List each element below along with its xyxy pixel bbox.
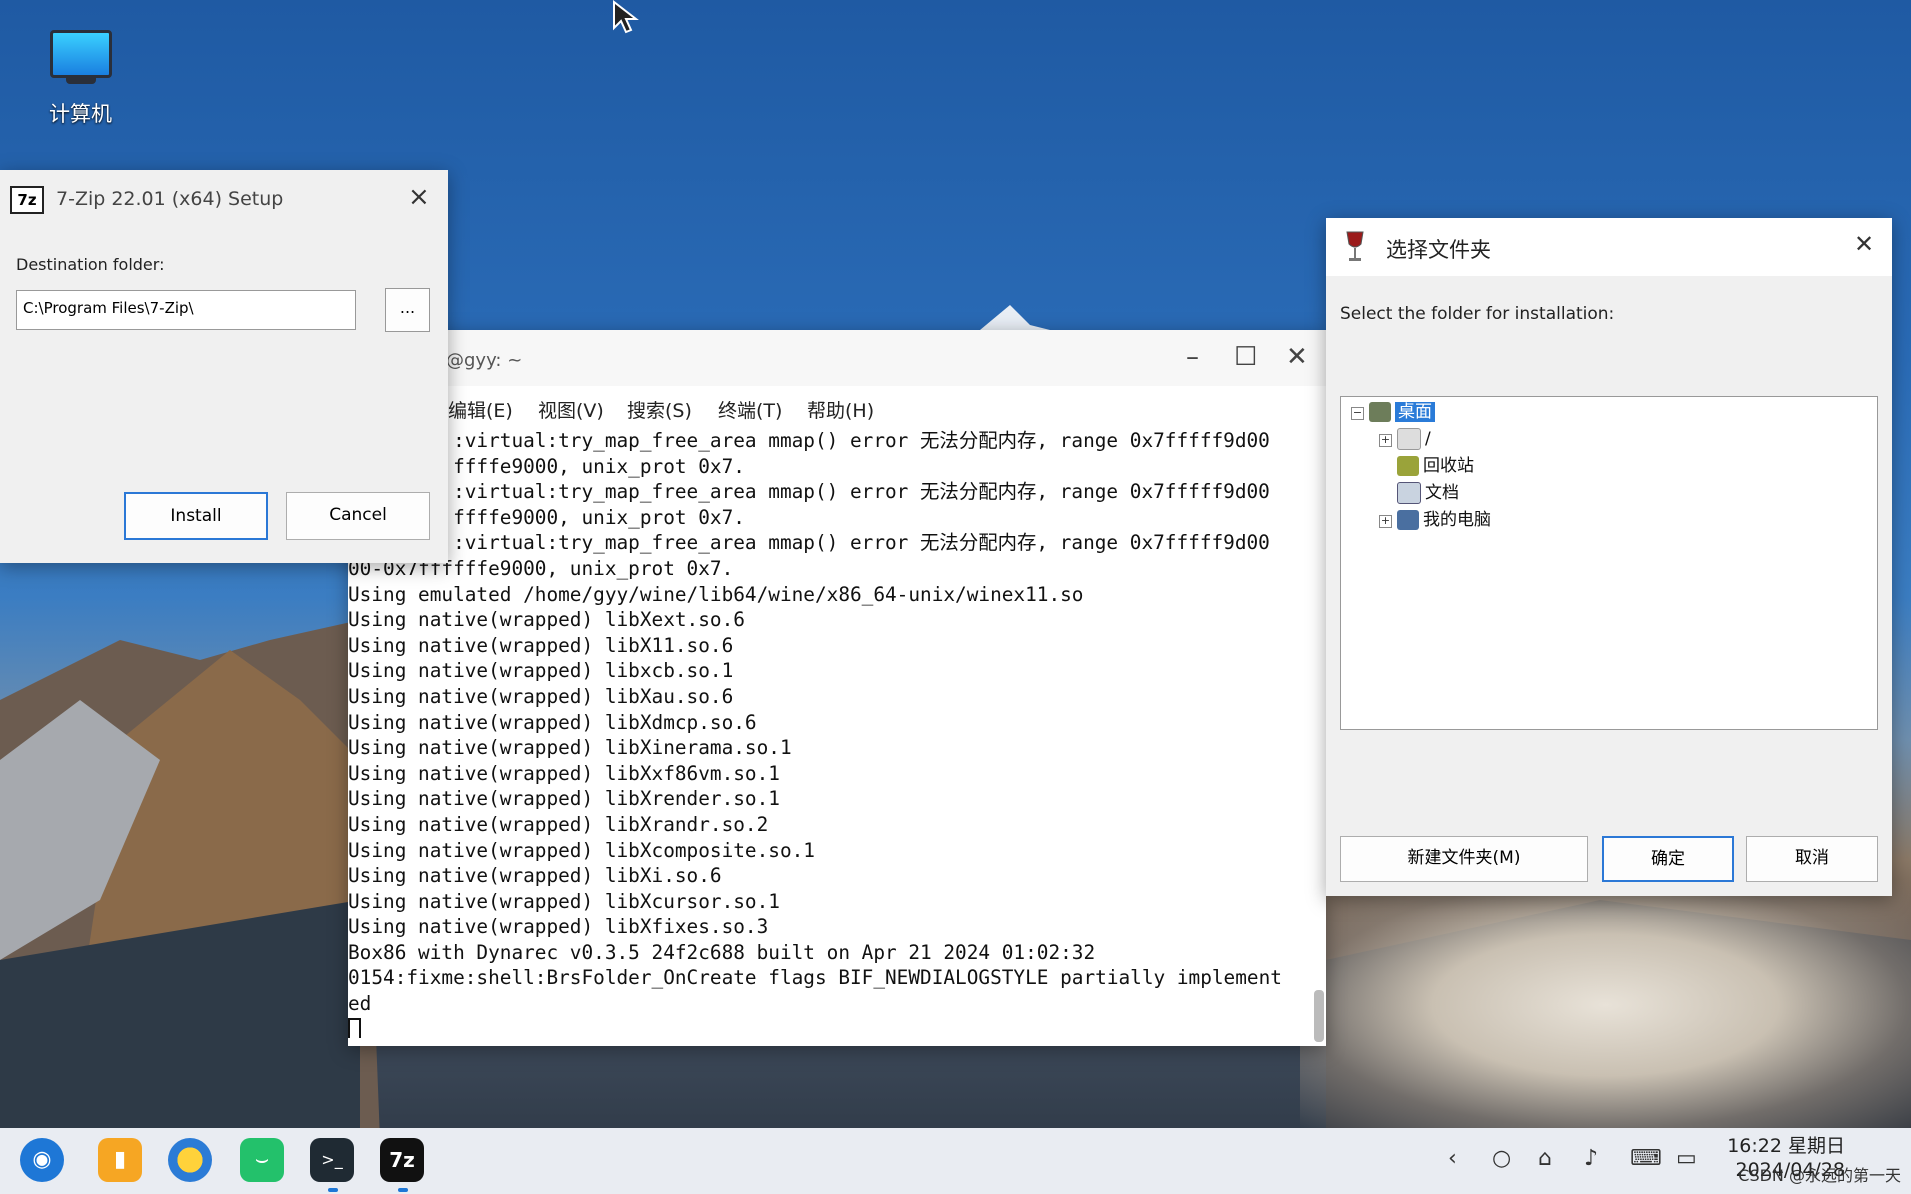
minimize-icon[interactable]: – [1186, 342, 1199, 372]
desktop-folder-icon [1369, 402, 1391, 422]
expand-icon[interactable]: + [1379, 515, 1392, 528]
monitor-icon [49, 30, 112, 78]
watermark: CSDN @永远的第一天 [1738, 1166, 1901, 1185]
folder-tree[interactable]: − 桌面 + / 回收站 文档 + 我的电脑 [1340, 396, 1878, 730]
computer-icon [1397, 510, 1419, 530]
close-icon[interactable]: ✕ [1854, 230, 1874, 258]
app-store-icon[interactable]: ⌣ [240, 1138, 284, 1182]
maximize-icon[interactable]: ☐ [1234, 342, 1257, 372]
dialog-title: 选择文件夹 [1386, 238, 1491, 262]
browser-icon[interactable] [168, 1138, 212, 1182]
menu-help[interactable]: 帮助(H) [807, 396, 874, 423]
volume-icon[interactable]: ♪ [1584, 1146, 1598, 1171]
active-indicator [328, 1188, 338, 1192]
chevron-left-icon[interactable]: ‹ [1448, 1146, 1457, 1171]
files-icon[interactable]: ▮ [98, 1138, 142, 1182]
terminal-cursor [348, 1018, 361, 1038]
tree-item-recycle-bin[interactable]: 回收站 [1397, 453, 1474, 479]
browse-button[interactable]: ... [385, 288, 430, 332]
mouse-pointer-icon [613, 0, 639, 34]
dialog-header: 选择文件夹 ✕ [1326, 218, 1892, 276]
start-menu-icon[interactable]: ◉ [20, 1138, 64, 1182]
destination-label: Destination folder: [16, 255, 165, 274]
install-button[interactable]: Install [124, 492, 268, 540]
window-title: 7-Zip 22.01 (x64) Setup [56, 188, 284, 210]
menu-search[interactable]: 搜索(S) [627, 396, 692, 423]
terminal-icon[interactable]: >_ [310, 1138, 354, 1182]
desktop-clouds [1300, 880, 1911, 1130]
new-folder-button[interactable]: 新建文件夹(M) [1340, 836, 1588, 882]
terminal-lines: :virtual:try_map_free_area mmap() error … [348, 428, 1308, 1038]
7zip-taskbar-icon[interactable]: 7z [380, 1138, 424, 1182]
cancel-button[interactable]: Cancel [286, 492, 430, 540]
terminal-window[interactable]: @gyy: ~ – ☐ ✕ 编辑(E) 视图(V) 搜索(S) 终端(T) 帮助… [348, 330, 1326, 1046]
menu-edit[interactable]: 编辑(E) [448, 396, 513, 423]
collapse-icon[interactable]: − [1351, 407, 1364, 420]
drive-icon [1397, 428, 1421, 450]
notification-icon[interactable]: ▭ [1676, 1146, 1697, 1171]
close-icon[interactable]: ✕ [1286, 342, 1308, 372]
menu-view[interactable]: 视图(V) [538, 396, 604, 423]
desktop-computer-icon[interactable]: 计算机 [38, 30, 123, 128]
network-icon[interactable]: ⌂ [1538, 1146, 1552, 1171]
dialog-prompt: Select the folder for installation: [1340, 304, 1615, 324]
close-icon[interactable]: × [408, 182, 430, 212]
tree-item-desktop[interactable]: 桌面 [1369, 399, 1435, 425]
search-icon[interactable]: ○ [1492, 1146, 1511, 1171]
tree-item-documents[interactable]: 文档 [1397, 480, 1459, 506]
select-folder-dialog[interactable]: 选择文件夹 ✕ Select the folder for installati… [1326, 218, 1892, 896]
documents-icon [1397, 482, 1421, 504]
recycle-bin-icon [1397, 456, 1419, 476]
terminal-output[interactable]: :virtual:try_map_free_area mmap() error … [348, 428, 1308, 1038]
taskbar: ◉ ▮ ⌣ >_ 7z ‹ ○ ⌂ ♪ ⌨ ▭ 16:22 星期日 2024/0… [0, 1128, 1911, 1194]
terminal-scrollbar[interactable] [1314, 990, 1324, 1042]
tree-item-root[interactable]: / [1397, 426, 1431, 452]
tree-item-my-computer[interactable]: 我的电脑 [1397, 507, 1491, 533]
menu-terminal[interactable]: 终端(T) [718, 396, 782, 423]
clock-time: 16:22 星期日 [1727, 1135, 1845, 1157]
7zip-logo-icon: 7z [10, 186, 44, 214]
wine-glass-icon [1346, 231, 1364, 261]
zip-setup-window[interactable]: 7z 7-Zip 22.01 (x64) Setup × Destination… [0, 170, 448, 563]
ok-button[interactable]: 确定 [1602, 836, 1734, 882]
computer-label: 计算机 [49, 102, 112, 126]
terminal-title: @gyy: ~ [446, 350, 523, 371]
expand-icon[interactable]: + [1379, 434, 1392, 447]
cancel-button[interactable]: 取消 [1746, 836, 1878, 882]
active-indicator [398, 1188, 408, 1192]
terminal-titlebar[interactable]: @gyy: ~ – ☐ ✕ [348, 330, 1326, 386]
destination-input[interactable]: C:\Program Files\7-Zip\ [16, 290, 356, 330]
keyboard-icon[interactable]: ⌨ [1630, 1146, 1662, 1171]
